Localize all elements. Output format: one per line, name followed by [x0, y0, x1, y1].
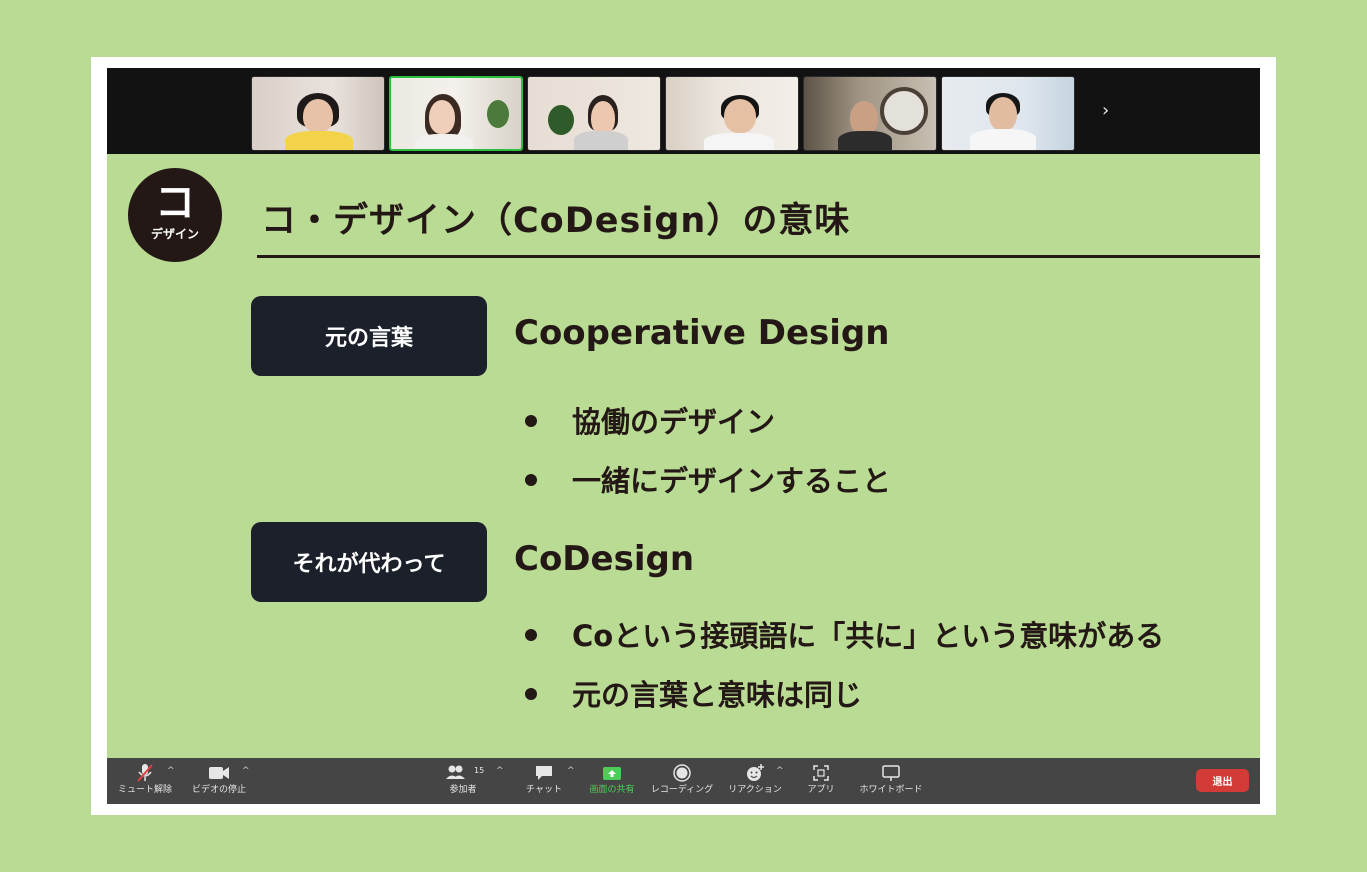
apps-label: アプリ [807, 785, 835, 795]
share-screen-button[interactable]: 画面の共有 [587, 762, 637, 796]
share-screen-label: 画面の共有 [589, 785, 635, 795]
bullet-text: Coという接頭語に「共に」という意味がある [572, 619, 1165, 653]
chevron-up-icon[interactable]: ^ [242, 766, 250, 776]
participant-thumbnails [251, 76, 1075, 152]
label-original-word: 元の言葉 [251, 296, 487, 376]
participant-video-1[interactable] [251, 76, 385, 151]
label-original-word-text: 元の言葉 [324, 326, 413, 351]
badge-letter: コ [155, 180, 195, 226]
slide-badge: コ デザイン [128, 168, 222, 262]
next-page-arrow-icon[interactable]: › [1102, 101, 1109, 121]
label-replacement-text: それが代わって [292, 552, 446, 577]
muted-microphone-icon [115, 762, 175, 784]
record-label: レコーディング [650, 785, 714, 795]
bullet-dot [525, 629, 537, 641]
smiley-plus-icon [727, 762, 783, 784]
participant-video-2[interactable] [389, 76, 523, 151]
participant-video-6[interactable] [941, 76, 1075, 151]
participants-button[interactable]: 15 参加者 [443, 762, 485, 796]
whiteboard-icon [859, 762, 923, 784]
whiteboard-button[interactable]: ホワイトボード [859, 762, 923, 796]
meeting-window: › コ デザイン コ・デザイン（CoDesign）の意味 元の言葉 Cooper… [107, 68, 1260, 804]
participant-strip: › [107, 68, 1260, 154]
bullet-dot [525, 474, 537, 486]
share-screen-icon [587, 762, 637, 784]
participant-video-5[interactable] [803, 76, 937, 151]
bullet-dot [525, 415, 537, 427]
heading-codesign: CoDesign [514, 539, 695, 579]
chevron-up-icon[interactable]: ^ [167, 766, 175, 776]
participants-count: 15 [474, 766, 485, 775]
bullet-text: 協働のデザイン [572, 405, 776, 439]
chat-button[interactable]: チャット [522, 762, 566, 796]
participants-label: 参加者 [449, 785, 477, 795]
leave-button[interactable]: 退出 [1196, 769, 1249, 792]
chat-bubble-icon [522, 762, 566, 784]
unmute-label: ミュート解除 [117, 785, 172, 795]
record-icon [650, 762, 714, 784]
bullet-text: 一緒にデザインすること [572, 464, 892, 498]
label-replacement: それが代わって [251, 522, 487, 602]
chevron-up-icon[interactable]: ^ [567, 766, 575, 776]
bullet-dot [525, 688, 537, 700]
leave-label: 退出 [1212, 777, 1233, 788]
chevron-up-icon[interactable]: ^ [776, 766, 784, 776]
record-button[interactable]: レコーディング [650, 762, 714, 796]
bullet-item: 協働のデザイン [525, 399, 775, 441]
unmute-button[interactable]: ミュート解除 [115, 762, 175, 796]
bullet-item: 元の言葉と意味は同じ [525, 672, 862, 714]
badge-caption: デザイン [150, 227, 199, 241]
chevron-up-icon[interactable]: ^ [496, 766, 504, 776]
chat-label: チャット [526, 785, 562, 795]
stop-video-button[interactable]: ビデオの停止 [189, 762, 249, 796]
participant-video-3[interactable] [527, 76, 661, 151]
apps-icon [803, 762, 839, 784]
bullet-item: 一緒にデザインすること [525, 458, 891, 500]
meeting-toolbar: ミュート解除 ^ ビデオの停止 ^ 15 参加者 ^ チャット ^ 画面の共有 … [107, 758, 1260, 804]
slide-title: コ・デザイン（CoDesign）の意味 [261, 201, 851, 241]
bullet-text: 元の言葉と意味は同じ [572, 678, 863, 712]
participants-icon: 15 [443, 762, 485, 784]
reactions-button[interactable]: リアクション [727, 762, 783, 796]
reactions-label: リアクション [728, 785, 782, 795]
stop-video-label: ビデオの停止 [191, 785, 246, 795]
heading-cooperative-design: Cooperative Design [514, 313, 890, 353]
apps-button[interactable]: アプリ [803, 762, 839, 796]
participant-video-4[interactable] [665, 76, 799, 151]
title-divider [257, 255, 1260, 258]
whiteboard-label: ホワイトボード [859, 785, 923, 795]
bullet-item: Coという接頭語に「共に」という意味がある [525, 613, 1164, 655]
video-camera-icon [189, 762, 249, 784]
